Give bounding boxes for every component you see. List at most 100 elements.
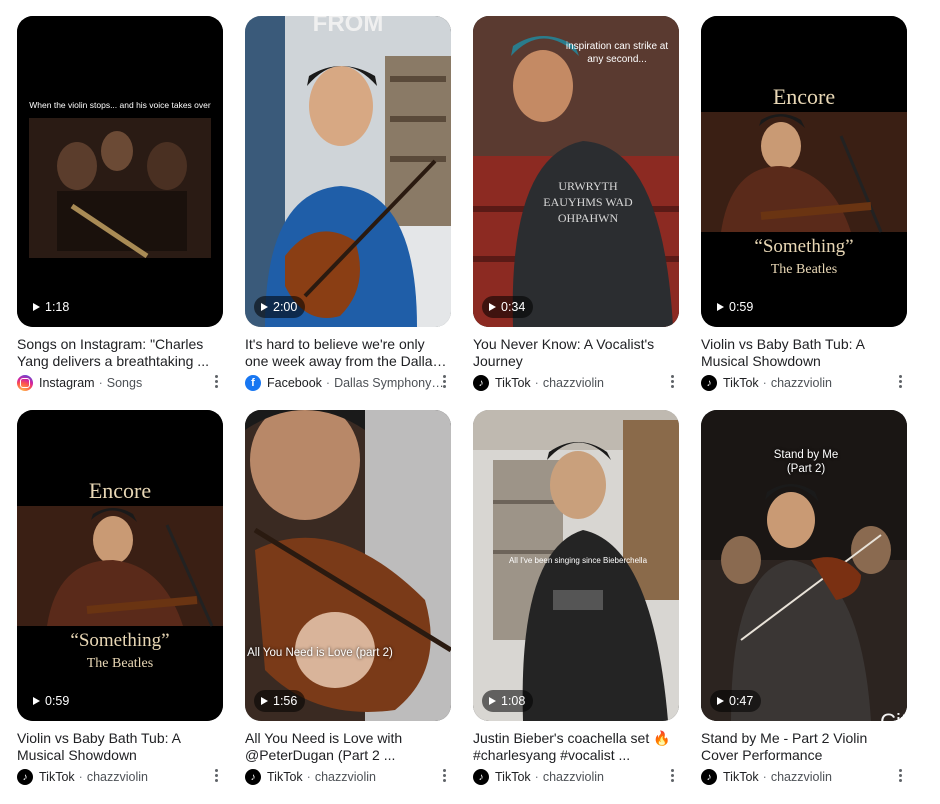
more-options-icon[interactable] (899, 375, 903, 388)
more-options-icon[interactable] (899, 769, 903, 782)
video-thumbnail[interactable]: All I've been singing since Bieberchella… (473, 410, 679, 721)
tiktok-logo-icon: ♪ (473, 375, 489, 391)
duration-badge: 0:59 (710, 296, 762, 318)
facebook-logo-icon: f (245, 375, 261, 391)
tiktok-logo-icon: ♪ (473, 769, 489, 785)
duration-badge: 2:00 (254, 296, 306, 318)
tiktok-logo-icon: ♪ (701, 375, 717, 391)
video-thumbnail[interactable]: All You Need is Love (part 2) 1:56 (245, 410, 451, 721)
source-name: TikTok (495, 770, 531, 784)
thumbnail-scene (17, 16, 223, 327)
source-name: TikTok (723, 770, 759, 784)
more-options-icon[interactable] (215, 769, 219, 782)
separator: · (534, 376, 539, 390)
duration-badge: 1:18 (26, 296, 78, 318)
play-icon (261, 303, 268, 311)
video-card[interactable]: Encore “Something” The Beatles 0:59 Viol… (17, 410, 223, 804)
video-card[interactable]: Encore “Something” The Beatles 0:59 Viol… (701, 16, 907, 410)
overlay-caption: FROM (312, 16, 384, 37)
duration-badge: 0:47 (710, 690, 762, 712)
separator: · (98, 376, 103, 390)
separator: · (78, 770, 83, 784)
separator: · (762, 376, 767, 390)
overlay-caption: All You Need is Love (part 2) (247, 647, 393, 659)
video-meta: ♪ TikTok · chazzviolin (17, 767, 223, 787)
separator: · (534, 770, 539, 784)
play-icon (33, 697, 40, 705)
channel-name: Songs (106, 376, 143, 390)
channel-name: chazzviolin (770, 770, 832, 784)
video-title[interactable]: All You Need is Love with @PeterDugan (P… (245, 730, 451, 764)
video-title[interactable]: It's hard to believe we're only one week… (245, 336, 451, 370)
video-meta: f Facebook · Dallas Symphony ... (245, 373, 451, 393)
channel-name: chazzviolin (86, 770, 148, 784)
thumbnail-scene (17, 410, 223, 721)
more-options-icon[interactable] (443, 769, 447, 782)
more-options-icon[interactable] (215, 375, 219, 388)
video-thumbnail[interactable]: Encore “Something” The Beatles 0:59 (701, 16, 907, 327)
source-name: TikTok (495, 376, 531, 390)
video-title[interactable]: You Never Know: A Vocalist's Journey (473, 336, 679, 370)
more-options-icon[interactable] (671, 769, 675, 782)
play-icon (489, 697, 496, 705)
video-meta: ♪ TikTok · chazzviolin (701, 767, 907, 787)
separator: · (306, 770, 311, 784)
video-card[interactable]: FROM 2:00 It's hard to believe we're onl… (245, 16, 451, 410)
artist-name: The Beatles (770, 262, 838, 277)
song-title: “Something” (754, 236, 854, 257)
play-icon (261, 697, 268, 705)
more-options-icon[interactable] (671, 375, 675, 388)
results-row: When the violin stops... and his voice t… (17, 16, 909, 410)
video-card[interactable]: All I've been singing since Bieberchella… (473, 410, 679, 804)
video-card[interactable]: Stand by Me (Part 2) 0:47 Stand by Me - … (701, 410, 907, 804)
duration-badge: 1:08 (482, 690, 534, 712)
video-title[interactable]: Violin vs Baby Bath Tub: A Musical Showd… (17, 730, 223, 764)
video-title[interactable]: Stand by Me - Part 2 Violin Cover Perfor… (701, 730, 907, 764)
thumbnail-scene (245, 16, 451, 327)
duration-badge: 0:59 (26, 690, 78, 712)
duration-badge: 0:34 (482, 296, 534, 318)
video-title[interactable]: Justin Bieber's coachella set 🔥 #charles… (473, 730, 679, 764)
more-options-icon[interactable] (443, 375, 447, 388)
channel-name: chazzviolin (770, 376, 832, 390)
overlay-caption: inspiration can strike at any second... (565, 41, 669, 65)
source-name: Facebook (267, 376, 322, 390)
overlay-caption: When the violin stops... and his voice t… (29, 100, 211, 110)
results-row: Encore “Something” The Beatles 0:59 Viol… (17, 410, 909, 804)
play-icon (717, 303, 724, 311)
separator: · (325, 376, 331, 390)
video-meta: ♪ TikTok · chazzviolin (473, 767, 679, 787)
source-name: TikTok (723, 376, 759, 390)
source-name: Instagram (39, 376, 95, 390)
video-title[interactable]: Songs on Instagram: "Charles Yang delive… (17, 336, 223, 370)
video-thumbnail[interactable]: Encore “Something” The Beatles 0:59 (17, 410, 223, 721)
video-meta: ♪ TikTok · chazzviolin (245, 767, 451, 787)
tiktok-logo-icon: ♪ (245, 769, 261, 785)
duration-badge: 1:56 (254, 690, 306, 712)
thumbnail-scene (245, 410, 451, 721)
source-name: TikTok (267, 770, 303, 784)
video-meta: ♪ TikTok · chazzviolin (701, 373, 907, 393)
channel-name: chazzviolin (314, 770, 376, 784)
channel-name: Dallas Symphony ... (334, 376, 445, 390)
video-card[interactable]: All You Need is Love (part 2) 1:56 All Y… (245, 410, 451, 804)
overlay-caption: Encore (88, 478, 152, 503)
overlay-caption: Encore (772, 84, 836, 109)
video-thumbnail[interactable]: inspiration can strike at any second... … (473, 16, 679, 327)
video-thumbnail[interactable]: When the violin stops... and his voice t… (17, 16, 223, 327)
tiktok-logo-icon: ♪ (17, 769, 33, 785)
source-name: TikTok (39, 770, 75, 784)
video-thumbnail[interactable]: FROM 2:00 (245, 16, 451, 327)
song-title: “Something” (70, 630, 170, 651)
video-thumbnail[interactable]: Stand by Me (Part 2) 0:47 (701, 410, 907, 721)
overlay-caption: Stand by Me (Part 2) (773, 449, 839, 475)
video-title[interactable]: Violin vs Baby Bath Tub: A Musical Showd… (701, 336, 907, 370)
overlay-caption: All I've been singing since Bieberchella (508, 556, 648, 565)
channel-name: chazzviolin (542, 770, 604, 784)
shirt-text: URWRYTH EAUYHMS WAD OHPAHWN (543, 179, 633, 225)
video-card[interactable]: inspiration can strike at any second... … (473, 16, 679, 410)
video-meta: ♪ TikTok · chazzviolin (473, 373, 679, 393)
play-icon (489, 303, 496, 311)
play-icon (717, 697, 724, 705)
video-card[interactable]: When the violin stops... and his voice t… (17, 16, 223, 410)
